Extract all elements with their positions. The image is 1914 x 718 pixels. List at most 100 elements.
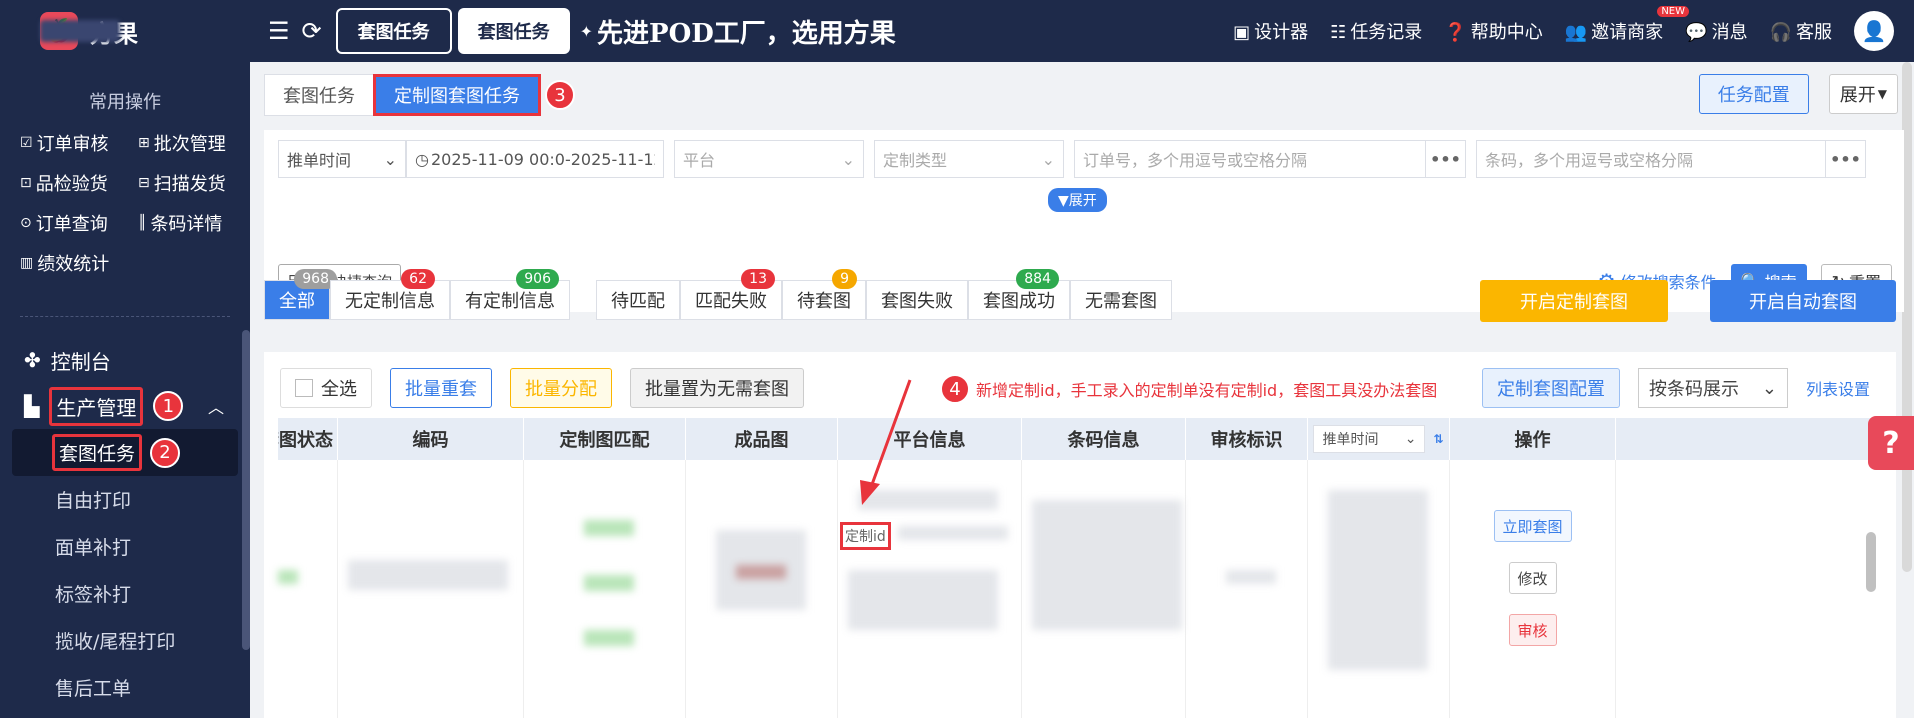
scan-icon: ⊟: [138, 175, 150, 191]
top-right: ▣ 设计器 ☷ 任务记录 ❓ 帮助中心 👥 邀请商家 💬 消息 🎧 客服 👤: [1233, 11, 1894, 51]
status-has-custom[interactable]: 有定制信息 906: [450, 269, 570, 320]
op-label: 批次管理: [153, 134, 226, 155]
op-order-review[interactable]: ☑ 订单审核: [20, 130, 138, 156]
edit-button[interactable]: 修改: [1508, 562, 1557, 594]
table-panel: 全选 批量重套 批量分配 批量置为无需套图 4 新增定制id，手工录入的定制单没…: [264, 352, 1896, 718]
review-button[interactable]: 审核: [1508, 614, 1557, 646]
expand-filter-toggle[interactable]: ▼展开: [1048, 188, 1107, 212]
nav-label: 套图任务: [52, 434, 143, 471]
chevron-down-icon: ⌄: [383, 149, 397, 169]
show-by-select[interactable]: 按条码展示 ⌄: [1638, 368, 1788, 408]
status-set-success[interactable]: 套图成功 884: [968, 269, 1070, 320]
op-performance[interactable]: ▥ 绩效统计: [20, 250, 138, 276]
tab-custom-task[interactable]: 定制图套图任务: [373, 74, 541, 116]
op-barcode-detail[interactable]: ║ 条码详情: [138, 210, 256, 236]
task-config-button[interactable]: 任务配置: [1698, 74, 1809, 114]
inspect-icon: ⊡: [20, 175, 32, 191]
invite-link[interactable]: 👥 邀请商家: [1565, 18, 1663, 44]
list-settings-link[interactable]: 列表设置: [1806, 376, 1870, 400]
menu-icon[interactable]: ☰: [268, 17, 290, 45]
header-actions: 任务配置 展开 ▼: [1698, 74, 1904, 114]
caret-down-icon: ▼: [1877, 87, 1887, 101]
table-scrollbar[interactable]: [1866, 532, 1876, 592]
chevron-down-icon: ⌄: [1404, 431, 1417, 447]
help-float-button[interactable]: ?: [1868, 416, 1914, 470]
op-batch-manage[interactable]: ⊞ 批次管理: [138, 130, 256, 156]
refresh-icon[interactable]: ⟳: [302, 17, 322, 45]
date-range-input[interactable]: ◷2025-11-09 00:0-2025-11-12 23:5: [406, 140, 664, 178]
batch-assign-button[interactable]: 批量分配: [510, 368, 612, 408]
expand-dropdown[interactable]: 展开 ▼: [1828, 74, 1898, 114]
custom-type-select[interactable]: 定制类型 ⌄: [874, 140, 1064, 178]
cell-barcode: [1022, 460, 1186, 718]
status-no-custom[interactable]: 无定制信息 62: [330, 269, 450, 320]
op-order-query[interactable]: ⊙ 订单查询: [20, 210, 138, 236]
top-tab-task-active[interactable]: 套图任务: [457, 8, 570, 54]
slogan: 先进POD工厂，选用方果: [597, 18, 896, 49]
avatar[interactable]: 👤: [1854, 11, 1894, 51]
barcode-input[interactable]: 条码，多个用逗号或空格分隔 •••: [1476, 140, 1866, 178]
cell-status: [278, 460, 338, 718]
op-scan-ship[interactable]: ⊟ 扫描发货: [138, 170, 256, 196]
quick-ops: ☑ 订单审核 ⊞ 批次管理 ⊡ 品检验货 ⊟ 扫描发货 ⊙ 订单查询 ║ 条码详情 ▥ 绩效统…: [20, 130, 250, 276]
tab-task[interactable]: 套图任务: [264, 74, 374, 116]
push-time-sort-select[interactable]: 推单时间 ⌄: [1313, 425, 1426, 453]
status-match-fail[interactable]: 匹配失败 13: [680, 269, 782, 320]
col-match: 定制图匹配: [524, 418, 686, 460]
image-icon: ▣: [1233, 22, 1251, 43]
nav-sub-pickup[interactable]: 揽收/尾程打印: [0, 617, 250, 664]
sparkle-icon: ✦: [579, 21, 594, 41]
batch-none-button[interactable]: 批量置为无需套图: [630, 368, 804, 408]
count-badge: 13: [741, 269, 775, 289]
order-input[interactable]: 订单号，多个用逗号或空格分隔 •••: [1074, 140, 1466, 178]
status-all[interactable]: 全部 968: [264, 269, 337, 320]
help-icon: ❓: [1444, 22, 1467, 43]
nav-sub-aftersale[interactable]: 售后工单: [0, 664, 250, 711]
nav-sub-task[interactable]: 套图任务 2: [12, 429, 238, 476]
custom-id-label: 定制id: [840, 522, 891, 550]
help-link[interactable]: ❓ 帮助中心: [1444, 18, 1542, 44]
status-pending-set[interactable]: 待套图 9: [782, 269, 866, 320]
status-pending-match[interactable]: 待匹配: [596, 280, 680, 320]
blurred-content: [278, 570, 298, 584]
task-log-link[interactable]: ☷ 任务记录: [1330, 18, 1422, 44]
col-push-time: 推单时间 ⌄ ⇅: [1308, 418, 1450, 460]
blurred-content: [1328, 490, 1428, 670]
link-label: 消息: [1711, 22, 1748, 43]
link-label: 帮助中心: [1470, 22, 1543, 43]
batch-redo-button[interactable]: 批量重套: [390, 368, 492, 408]
open-custom-set-button[interactable]: 开启定制套图: [1480, 280, 1668, 322]
col-code: 编码: [338, 418, 524, 460]
custom-config-button[interactable]: 定制套图配置: [1482, 368, 1620, 408]
messages-link[interactable]: 💬 消息: [1685, 18, 1747, 44]
push-time-select[interactable]: 推单时间 ⌄: [278, 140, 406, 178]
open-auto-set-button[interactable]: 开启自动套图: [1710, 280, 1896, 322]
set-now-button[interactable]: 立即套图: [1493, 510, 1572, 542]
more-icon[interactable]: •••: [1825, 141, 1865, 177]
section-title: 常用操作: [89, 92, 161, 113]
select-placeholder: 平台: [683, 151, 716, 170]
table-toolbar: 全选 批量重套 批量分配 批量置为无需套图: [280, 368, 804, 408]
nav-sub-waybill[interactable]: 面单补打: [0, 523, 250, 570]
select-all-checkbox[interactable]: 全选: [280, 368, 372, 408]
step-badge-4: 4: [940, 374, 970, 404]
platform-select[interactable]: 平台 ⌄: [674, 140, 864, 178]
more-icon[interactable]: •••: [1425, 141, 1465, 177]
nav-console[interactable]: ✤ 控制台: [0, 337, 250, 383]
caret-down-icon: ▼: [1058, 193, 1069, 209]
expand-label: 展开: [1839, 85, 1876, 106]
nav-sub-label[interactable]: 标签补打: [0, 570, 250, 617]
clock-icon: ◷: [415, 149, 429, 169]
cell-operation: 立即套图 修改 审核: [1450, 460, 1616, 718]
designer-link[interactable]: ▣ 设计器: [1233, 18, 1308, 44]
status-no-need[interactable]: 无需套图: [1070, 280, 1172, 320]
status-set-fail[interactable]: 套图失败: [866, 280, 968, 320]
status-label: 有定制信息: [465, 291, 555, 312]
nav-production[interactable]: ▙ 生产管理 1 ︿: [0, 383, 250, 429]
nav-sub-free-print[interactable]: 自由打印: [0, 476, 250, 523]
sidebar-scrollbar[interactable]: [242, 330, 250, 650]
op-inspect[interactable]: ⊡ 品检验货: [20, 170, 138, 196]
top-tab-task[interactable]: 套图任务: [335, 8, 452, 54]
service-link[interactable]: 🎧 客服: [1770, 18, 1832, 44]
sort-icon[interactable]: ⇅: [1433, 432, 1443, 446]
